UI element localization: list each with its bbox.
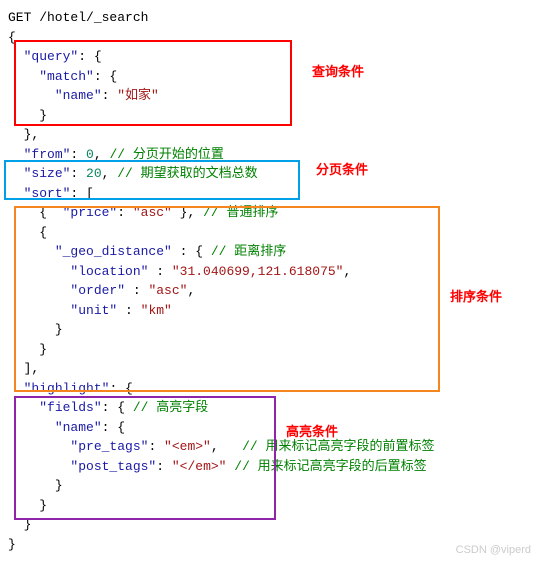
size-line: "size": 20, // 期望获取的文档总数 bbox=[8, 164, 531, 184]
hl-l8: } bbox=[8, 515, 531, 535]
sort-l4: "_geo_distance" : { // 距离排序 bbox=[8, 242, 531, 262]
sort-l2: { "price": "asc" }, // 普通排序 bbox=[8, 203, 531, 223]
brace-close: } bbox=[8, 535, 531, 555]
hl-l6: } bbox=[8, 476, 531, 496]
query-l4: } bbox=[8, 106, 531, 126]
sort-l9: } bbox=[8, 340, 531, 360]
brace-open: { bbox=[8, 28, 531, 48]
label-query: 查询条件 bbox=[312, 62, 364, 82]
hl-l3: "name": { bbox=[8, 418, 531, 438]
hl-l5: "post_tags": "</em>" // 用来标记高亮字段的后置标签 bbox=[8, 457, 531, 477]
label-paging: 分页条件 bbox=[316, 160, 368, 180]
query-l3: "name": "如家" bbox=[8, 86, 531, 106]
request-line: GET /hotel/_search bbox=[8, 8, 531, 28]
sort-l3: { bbox=[8, 223, 531, 243]
sort-l10: ], bbox=[8, 359, 531, 379]
label-highlight: 高亮条件 bbox=[286, 422, 338, 442]
hl-l7: } bbox=[8, 496, 531, 516]
sort-l5: "location" : "31.040699,121.618075", bbox=[8, 262, 531, 282]
sort-l1: "sort": [ bbox=[8, 184, 531, 204]
hl-l4: "pre_tags": "<em>", // 用来标记高亮字段的前置标签 bbox=[8, 437, 531, 457]
query-l5: }, bbox=[8, 125, 531, 145]
sort-l8: } bbox=[8, 320, 531, 340]
query-l1: "query": { bbox=[8, 47, 531, 67]
from-line: "from": 0, // 分页开始的位置 bbox=[8, 145, 531, 165]
query-l2: "match": { bbox=[8, 67, 531, 87]
hl-l2: "fields": { // 高亮字段 bbox=[8, 398, 531, 418]
label-sort: 排序条件 bbox=[450, 287, 502, 307]
hl-l1: "highlight": { bbox=[8, 379, 531, 399]
